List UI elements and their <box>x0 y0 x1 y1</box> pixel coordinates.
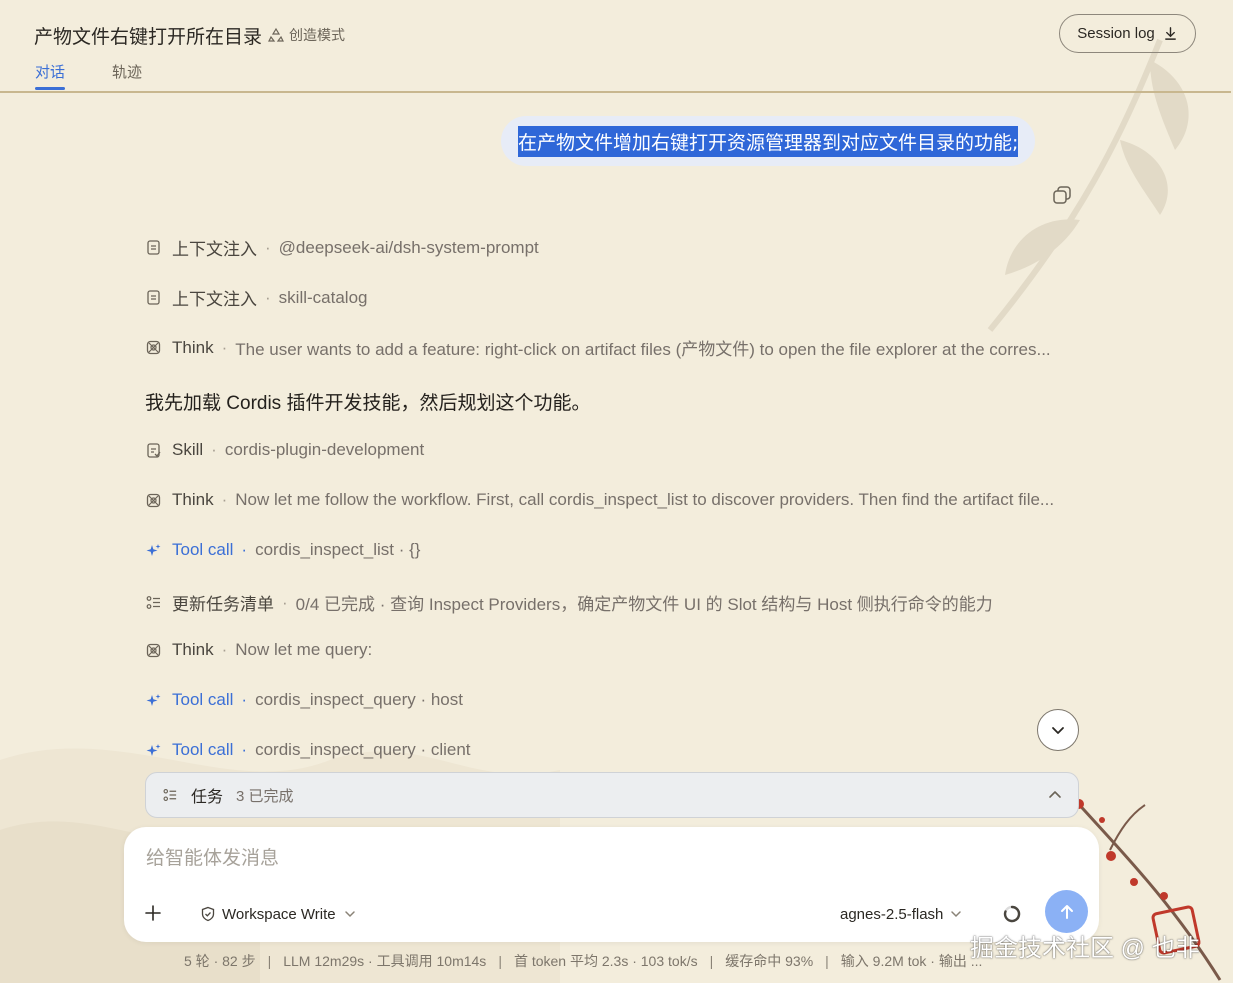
stat-tokens: 输入 9.2M tok · 输出 ... <box>840 953 983 969</box>
loading-spinner-icon <box>1003 905 1021 923</box>
message-input[interactable] <box>144 847 1008 871</box>
download-icon <box>1164 27 1176 40</box>
chevron-up-icon[interactable] <box>1048 788 1062 802</box>
brain-icon <box>146 493 161 507</box>
workspace-permission-dropdown[interactable]: Workspace Write <box>200 902 358 926</box>
document-icon <box>147 240 160 255</box>
timeline-item-task-update[interactable]: 更新任务清单 · 0/4 已完成 · 查询 Inspect Providers，… <box>145 590 993 615</box>
sparkle-icon <box>146 743 161 756</box>
timeline-desc: Now let me follow the workflow. First, c… <box>235 490 1055 509</box>
arrow-up-icon <box>1060 904 1073 919</box>
chevron-down-icon <box>344 911 355 918</box>
session-log-button[interactable]: Session log <box>1059 14 1196 53</box>
stat-first-token: 首 token 平均 2.3s · 103 tok/s <box>513 953 698 969</box>
recycle-icon <box>268 27 284 42</box>
checklist-icon <box>146 596 160 609</box>
timeline-desc: cordis_inspect_query · host <box>255 690 463 709</box>
timeline-label: 更新任务清单 <box>172 595 274 614</box>
timeline-item-skill[interactable]: Skill · cordis-plugin-development <box>145 440 424 460</box>
timeline-item-think-1[interactable]: Think · The user wants to add a feature:… <box>145 335 1051 360</box>
timeline-item-tool-call-1[interactable]: Tool call · cordis_inspect_list · {} <box>145 540 420 560</box>
plus-icon <box>145 904 161 921</box>
add-attachment-button[interactable] <box>141 902 165 926</box>
page-title: 产物文件右键打开所在目录 <box>34 26 263 48</box>
stat-rounds: 5 轮 · 82 步 <box>184 953 256 969</box>
tab-trace[interactable]: 轨迹 <box>112 61 142 82</box>
stat-llm-time: LLM 12m29s · 工具调用 10m14s <box>283 953 487 969</box>
send-button[interactable] <box>1045 890 1088 933</box>
timeline-desc: Now let me query: <box>235 640 373 659</box>
timeline-label: 上下文注入 <box>172 240 257 259</box>
timeline-item-context-2[interactable]: 上下文注入 · skill-catalog <box>145 285 367 310</box>
timeline-label: Think <box>172 640 214 659</box>
timeline-item-think-2[interactable]: Think · Now let me follow the workflow. … <box>145 490 1054 510</box>
model-label: agnes-2.5-flash <box>840 905 944 923</box>
tab-chat[interactable]: 对话 <box>35 61 66 90</box>
workspace-label: Workspace Write <box>222 905 336 923</box>
watermark: 掘金技术社区 @ 也非 <box>970 935 1200 962</box>
timeline-item-think-3[interactable]: Think · Now let me query: <box>145 640 372 660</box>
brain-icon <box>146 340 161 355</box>
shield-icon <box>201 906 215 922</box>
brain-icon <box>146 643 161 657</box>
sparkle-icon <box>146 543 161 556</box>
sparkle-icon <box>146 693 161 706</box>
timeline-desc: @deepseek-ai/dsh-system-prompt <box>278 237 539 257</box>
task-count: 3 已完成 <box>236 787 294 805</box>
timeline-label: Tool call <box>172 690 234 709</box>
user-message-bubble: 在产物文件增加右键打开资源管理器到对应文件目录的功能; <box>501 116 1036 166</box>
timeline-label: 上下文注入 <box>172 290 257 309</box>
chevron-down-icon <box>951 911 962 918</box>
mode-indicator: 创造模式 <box>268 25 345 45</box>
timeline-desc: cordis-plugin-development <box>224 440 425 459</box>
session-stats: 5 轮 · 82 步 | LLM 12m29s · 工具调用 10m14s | 首 to… <box>184 953 983 969</box>
timeline-desc: 0/4 已完成 · 查询 Inspect Providers，确定产物文件 UI… <box>295 595 993 614</box>
timeline-desc: cordis_inspect_query · client <box>255 740 471 759</box>
task-label: 任务 <box>191 789 224 806</box>
chevron-down-icon <box>1052 727 1064 734</box>
timeline-desc: skill-catalog <box>278 287 368 307</box>
timeline-label: Tool call <box>172 540 234 559</box>
assistant-message: 我先加载 Cordis 插件开发技能，然后规划这个功能。 <box>145 393 591 414</box>
timeline-desc: The user wants to add a feature: right-c… <box>235 340 1051 359</box>
scroll-to-bottom-button[interactable] <box>1037 709 1079 751</box>
stat-cache-hit: 缓存命中 93% <box>725 953 814 969</box>
user-message-text: 在产物文件增加右键打开资源管理器到对应文件目录的功能; <box>518 125 1019 157</box>
timeline-item-tool-call-3[interactable]: Tool call · cordis_inspect_query · clien… <box>145 740 471 760</box>
timeline-desc: cordis_inspect_list · {} <box>255 540 421 559</box>
session-log-label: Session log <box>1077 25 1155 42</box>
mode-label: 创造模式 <box>289 28 345 44</box>
checklist-icon <box>163 788 177 802</box>
timeline-label: Think <box>172 337 214 357</box>
copy-icon[interactable] <box>1051 184 1073 206</box>
model-selector-dropdown[interactable]: agnes-2.5-flash <box>840 902 963 926</box>
timeline-item-context-1[interactable]: 上下文注入 · @deepseek-ai/dsh-system-prompt <box>145 235 539 260</box>
timeline-label: Skill <box>172 440 204 459</box>
message-composer: Workspace Write agnes-2.5-flash <box>124 827 1099 942</box>
timeline-item-tool-call-2[interactable]: Tool call · cordis_inspect_query · host <box>145 690 463 710</box>
document-icon <box>147 290 160 305</box>
task-summary-bar[interactable]: 任务 3 已完成 <box>145 772 1079 818</box>
timeline-label: Tool call <box>172 740 234 759</box>
skill-icon <box>147 442 161 458</box>
header: 产物文件右键打开所在目录 创造模式 Session log 对话 轨迹 <box>0 0 1231 93</box>
timeline-label: Think <box>172 490 214 509</box>
